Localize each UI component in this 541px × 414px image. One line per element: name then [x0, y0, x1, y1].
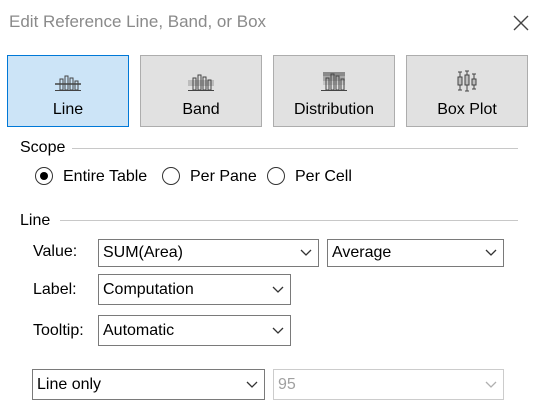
chevron-down-icon	[300, 249, 312, 256]
radio-circle	[267, 167, 285, 185]
radio-circle	[35, 167, 53, 185]
radio-dot	[40, 172, 48, 180]
label-select[interactable]: Computation	[98, 274, 291, 305]
radio-label: Per Cell	[295, 168, 352, 185]
value-field-select[interactable]: SUM(Area)	[98, 239, 319, 267]
value-label: Value:	[33, 243, 78, 260]
line-option-select[interactable]: Line only	[32, 369, 265, 400]
type-button-distribution[interactable]: Distribution	[273, 55, 395, 127]
line-heading: Line	[20, 212, 51, 229]
distribution-chart-icon	[321, 72, 347, 91]
dialog-titlebar: Edit Reference Line, Band, or Box	[0, 0, 541, 46]
chevron-down-icon	[485, 249, 497, 256]
dialog-title: Edit Reference Line, Band, or Box	[9, 12, 267, 31]
tooltip-select[interactable]: Automatic	[98, 315, 291, 346]
band-chart-icon	[188, 74, 214, 91]
radio-label: Entire Table	[63, 168, 148, 185]
aggregation-text: Average	[332, 244, 392, 261]
type-button-line[interactable]: Line	[7, 55, 129, 127]
type-button-band[interactable]: Band	[140, 55, 262, 127]
label-label: Label:	[33, 281, 77, 298]
radio-per-cell[interactable]: Per Cell	[267, 166, 357, 190]
confidence-select: 95	[273, 369, 504, 400]
scope-heading: Scope	[20, 139, 66, 156]
scope-divider	[72, 148, 518, 149]
type-label-distribution: Distribution	[293, 101, 375, 118]
line-option-text: Line only	[37, 376, 102, 393]
type-label-band: Band	[182, 101, 220, 118]
tooltip-select-text: Automatic	[103, 322, 175, 339]
tooltip-label: Tooltip:	[33, 322, 84, 339]
type-button-box-plot[interactable]: Box Plot	[406, 55, 528, 127]
type-label-line: Line	[52, 101, 84, 118]
radio-per-pane[interactable]: Per Pane	[162, 166, 262, 190]
radio-circle	[162, 167, 180, 185]
chevron-down-icon	[272, 327, 284, 334]
chevron-down-icon	[272, 286, 284, 293]
chevron-down-icon	[246, 381, 258, 388]
confidence-text: 95	[278, 376, 296, 393]
line-divider	[60, 220, 518, 221]
radio-label: Per Pane	[190, 168, 257, 185]
box-plot-icon	[457, 70, 477, 92]
label-select-text: Computation	[103, 281, 194, 298]
radio-entire-table[interactable]: Entire Table	[35, 166, 155, 190]
chevron-down-icon	[485, 381, 497, 388]
close-icon[interactable]	[509, 11, 533, 35]
value-field-text: SUM(Area)	[103, 244, 184, 261]
aggregation-select[interactable]: Average	[327, 239, 504, 267]
type-label-box-plot: Box Plot	[437, 101, 497, 118]
line-chart-icon	[55, 75, 81, 91]
